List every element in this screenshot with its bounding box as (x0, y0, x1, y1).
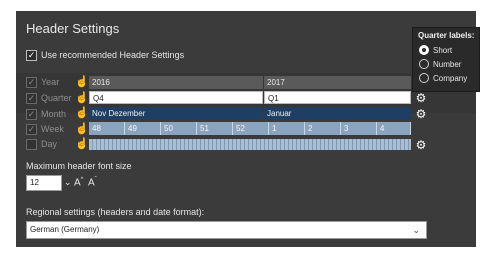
week-cell: 49 (125, 122, 161, 135)
week-cell: 2 (305, 122, 341, 135)
hand-drag-icon[interactable]: ☝ (75, 92, 89, 104)
week-cell: 50 (161, 122, 197, 135)
regional-value: German (Germany) (30, 225, 100, 234)
week-cell: 3 (341, 122, 377, 135)
quarter-gear-icon[interactable]: ⚙ (415, 92, 427, 104)
checkmark-icon: ✓ (27, 93, 36, 103)
font-size-select[interactable]: 12 (26, 175, 62, 191)
use-recommended-checkbox[interactable]: ✓ (26, 50, 37, 61)
month-gear-icon[interactable]: ⚙ (415, 108, 427, 120)
week-cell: 4 (377, 122, 411, 135)
year-checkbox[interactable]: ✓ (26, 77, 37, 88)
radio-number[interactable] (419, 59, 429, 69)
increase-font-button[interactable]: A^ (74, 177, 84, 188)
day-band (89, 139, 411, 150)
quarter-labels-title: Quarter labels: (418, 31, 475, 40)
chevron-down-icon[interactable]: ⌄ (64, 175, 72, 189)
month-cell-januar: Januar (264, 107, 411, 120)
panel-title: Header Settings (26, 21, 120, 36)
radio-short-label: Short (433, 46, 453, 55)
week-cell: 1 (269, 122, 305, 135)
use-recommended-label: Use recommended Header Settings (41, 50, 185, 60)
year-cell-2017: 2017 (264, 76, 411, 89)
header-settings-panel: Header Settings ✓ Use recommended Header… (16, 11, 476, 247)
week-checkbox[interactable]: ✓ (26, 124, 37, 135)
font-size-value: 12 (30, 178, 39, 187)
radio-short[interactable] (419, 45, 429, 55)
quarter-labels-popup: Quarter labels: Short Number Company (412, 27, 480, 92)
quarter-cell-q1: Q1 (264, 91, 411, 104)
quarter-checkbox[interactable]: ✓ (26, 93, 37, 104)
year-label: Year (41, 77, 60, 87)
hand-drag-icon[interactable]: ☝ (75, 76, 89, 88)
quarter-cell-q4: Q4 (89, 91, 263, 104)
font-size-label: Maximum header font size (26, 161, 132, 171)
regional-select[interactable]: German (Germany) ⌄ (26, 221, 427, 239)
checkmark-icon: ✓ (27, 124, 36, 134)
week-cell: 52 (233, 122, 269, 135)
hand-drag-icon[interactable]: ☝ (75, 123, 89, 135)
week-cell: 48 (89, 122, 125, 135)
radio-number-label: Number (433, 60, 462, 69)
month-cell-dezember: Nov Dezember (89, 107, 263, 120)
day-checkbox[interactable] (26, 139, 37, 150)
decrease-font-button[interactable]: Aˇ (88, 177, 97, 188)
year-cell-2016: 2016 (89, 76, 263, 89)
chevron-down-icon: ⌄ (412, 225, 420, 235)
radio-company[interactable] (419, 73, 429, 83)
regional-label: Regional settings (headers and date form… (26, 207, 205, 217)
checkmark-icon: ✓ (27, 109, 36, 119)
month-checkbox[interactable]: ✓ (26, 109, 37, 120)
day-label: Day (41, 139, 58, 149)
month-label: Month (41, 109, 67, 119)
quarter-label: Quarter (41, 93, 72, 103)
checkmark-icon: ✓ (27, 77, 36, 87)
week-cell: 51 (197, 122, 233, 135)
hand-drag-icon[interactable]: ☝ (75, 138, 89, 150)
checkmark-icon: ✓ (27, 50, 36, 60)
week-label: Week (41, 124, 64, 134)
day-gear-icon[interactable]: ⚙ (415, 139, 427, 151)
radio-company-label: Company (433, 74, 468, 83)
hand-drag-icon[interactable]: ☝ (75, 107, 89, 119)
